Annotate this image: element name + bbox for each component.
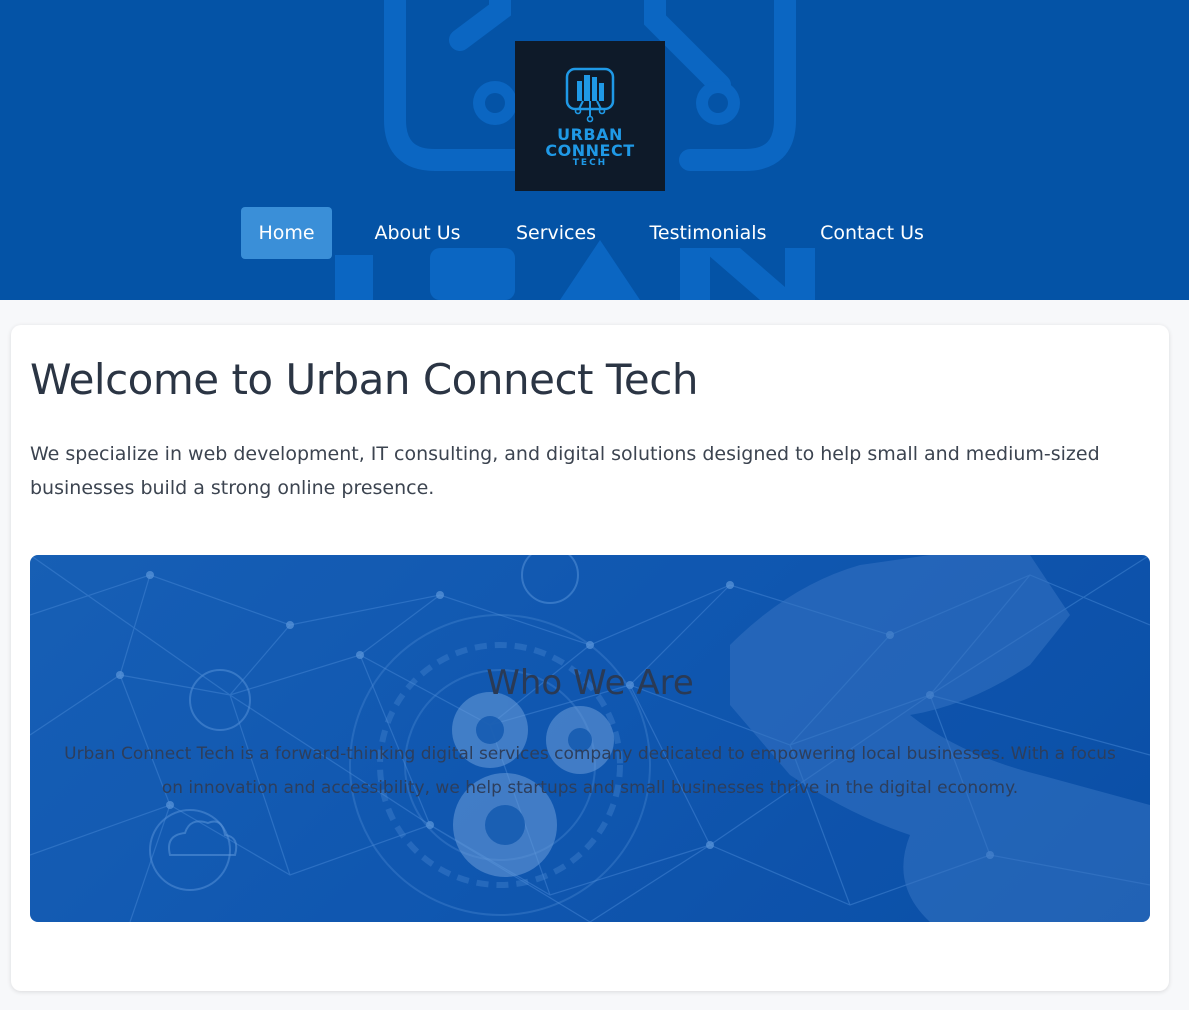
logo-text-tech: TECH [572,158,608,168]
who-we-are-banner: Who We Are Urban Connect Tech is a forwa… [30,555,1150,922]
banner-description: Urban Connect Tech is a forward-thinking… [64,744,1116,798]
intro-paragraph: We specialize in web development, IT con… [30,443,1100,499]
page-title: Welcome to Urban Connect Tech [30,355,698,404]
nav-home[interactable]: Home [241,207,332,259]
nav-services[interactable]: Services [503,207,609,259]
logo-building-icon [565,67,615,123]
main-content-card: Welcome to Urban Connect Tech We special… [11,325,1169,991]
banner-heading: Who We Are [486,663,694,703]
nav-about-us[interactable]: About Us [360,207,475,259]
company-logo[interactable]: URBAN CONNECT TECH [515,41,665,191]
nav-contact-us[interactable]: Contact Us [807,207,937,259]
main-navigation: Home About Us Services Testimonials Cont… [0,207,1189,259]
nav-testimonials[interactable]: Testimonials [637,207,779,259]
site-header: URBAN CONNECT TECH Home About Us Service… [0,0,1189,300]
